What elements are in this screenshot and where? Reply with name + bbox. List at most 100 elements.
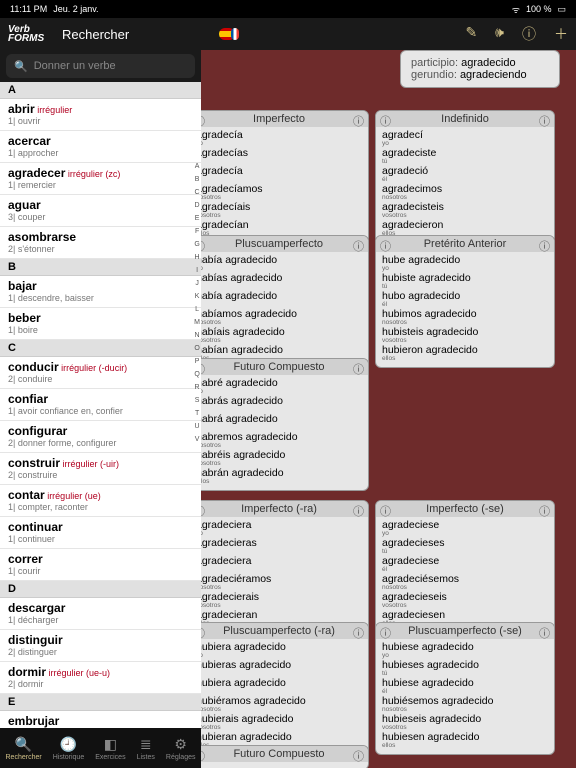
info-icon[interactable]: ⓘ [201,748,205,764]
info-icon[interactable]: ⓘ [201,113,205,129]
info-icon[interactable]: ⓘ [380,238,391,254]
battery-pct: 100 % [526,4,552,14]
verb-item[interactable]: construir irrégulier (-uir)2| construire [0,453,201,485]
alpha-letter[interactable]: B [194,173,200,186]
audio-icon[interactable]: 🕪 [495,24,504,44]
info-icon[interactable]: ⓘ [201,625,205,641]
alpha-letter[interactable]: F [194,225,200,238]
alpha-letter[interactable]: J [194,277,200,290]
tab-search[interactable]: 🔍Rechercher [6,736,42,761]
tense-card[interactable]: Futuro Compuestoⓘⓘ [201,745,369,768]
verb-item[interactable]: confiar1| avoir confiance en, confier [0,389,201,421]
verb-item[interactable]: descargar1| décharger [0,598,201,630]
alpha-letter[interactable]: G [194,238,200,251]
verb-item[interactable]: contar irrégulier (ue)1| compter, racont… [0,485,201,517]
tab-settings[interactable]: ⚙Réglages [166,736,196,761]
tense-card[interactable]: Pretérito Anteriorⓘⓘhube agradecidoyohub… [375,235,555,368]
alpha-letter[interactable]: L [194,303,200,316]
tense-card[interactable]: Imperfecto (-se)ⓘⓘagradecieseyoagradecie… [375,500,555,633]
alpha-letter[interactable]: E [194,212,200,225]
tense-card[interactable]: Indefinidoⓘⓘagradecíyoagradecistetúagrad… [375,110,555,243]
alpha-letter[interactable]: Q [194,368,200,381]
alpha-letter[interactable]: K [194,290,200,303]
info-icon[interactable]: ⓘ [380,503,391,519]
verb-item[interactable]: asombrarse2| s'étonner [0,227,201,259]
tense-card[interactable]: Pluscuamperfecto (-ra)ⓘⓘhubiera agradeci… [201,622,369,755]
alpha-letter[interactable]: H [194,251,200,264]
verb-item[interactable]: beber1| boire [0,308,201,340]
conjugation-form: hubieras agradecido [201,660,362,671]
info-icon[interactable]: ⓘ [539,113,550,129]
tab-history[interactable]: 🕘Historique [53,736,85,761]
conjugation-form: agradecía [201,166,362,177]
alpha-letter[interactable]: C [194,186,200,199]
tense-title: Imperfectoⓘⓘ [201,111,368,127]
tense-title: Pluscuamperfecto (-se)ⓘⓘ [376,623,554,639]
info-icon[interactable]: ⓘ [353,503,364,519]
tab-lists[interactable]: ≣Listes [137,736,155,761]
info-icon[interactable]: ⓘ [201,361,205,377]
add-icon[interactable]: ＋ [554,24,568,44]
info-icon[interactable]: ⓘ [353,361,364,377]
tense-card[interactable]: Pluscuamperfectoⓘⓘhabía agradecidoyohabí… [201,235,369,368]
participio-value: agradecido [461,57,515,69]
info-icon[interactable]: ⓘ [353,625,364,641]
alpha-letter[interactable]: V [194,433,200,446]
verb-item[interactable]: acercar1| approcher [0,131,201,163]
tense-card[interactable]: Futuro Compuestoⓘⓘhabré agradecidoyohabr… [201,358,369,491]
verb-definition: 1| boire [8,325,193,335]
info-icon[interactable]: ⓘ [353,113,364,129]
verb-item[interactable]: abrir irrégulier1| ouvrir [0,99,201,131]
tense-card[interactable]: Imperfectoⓘⓘagradecíayoagradecíastúagrad… [201,110,369,243]
tab-exercises[interactable]: ◧Exercices [95,736,125,761]
compose-icon[interactable]: ✎ [465,24,477,44]
alpha-letter[interactable]: A [194,160,200,173]
tense-card[interactable]: Pluscuamperfecto (-se)ⓘⓘhubiese agradeci… [375,622,555,755]
verb-item[interactable]: correr1| courir [0,549,201,581]
info-icon[interactable]: ⓘ [539,625,550,641]
language-flag-icon[interactable] [219,28,235,40]
conjugation-form: agradecí [382,130,548,141]
conjugation-form: agradecieses [382,538,548,549]
tense-card[interactable]: Imperfecto (-ra)ⓘⓘagradecierayoagradecie… [201,500,369,633]
alpha-letter[interactable]: T [194,407,200,420]
verb-list[interactable]: Aabrir irrégulier1| ouvriracercar1| appr… [0,82,201,746]
info-icon[interactable]: ⓘ [539,503,550,519]
conjugation-form: habíamos agradecido [201,309,362,320]
conjugation-form: hubieran agradecido [201,732,362,743]
verb-item[interactable]: agradecer irrégulier (zc)1| remercier [0,163,201,195]
info-icon[interactable]: ⓘ [380,113,391,129]
verb-item[interactable]: bajar1| descendre, baisser [0,276,201,308]
alpha-letter[interactable]: P [194,355,200,368]
verb-item[interactable]: continuar1| continuer [0,517,201,549]
conjugation-content[interactable]: participio: agradecido gerundio: agradec… [201,50,576,768]
tense-title: Imperfecto (-ra)ⓘⓘ [201,501,368,517]
info-icon[interactable]: ⓘ [539,238,550,254]
info-icon[interactable]: ⓘ [380,625,391,641]
verb-item[interactable]: aguar3| couper [0,195,201,227]
conjugation-form: agradecieran [201,610,362,621]
verb-item[interactable]: configurar2| donner forme, configurer [0,421,201,453]
info-icon[interactable]: ⓘ [353,748,364,764]
alpha-letter[interactable]: I [194,264,200,277]
verb-item[interactable]: distinguir2| distinguer [0,630,201,662]
info-icon[interactable]: ⓘ [201,503,205,519]
conjugation-form: agradecieron [382,220,548,231]
alpha-letter[interactable]: S [194,394,200,407]
verb-item[interactable]: dormir irrégulier (ue-u)2| dormir [0,662,201,694]
search-input[interactable]: 🔍 Donner un verbe [6,54,195,78]
alpha-letter[interactable]: M [194,316,200,329]
verb-item[interactable]: conducir irrégulier (-ducir)2| conduire [0,357,201,389]
tab-label: Rechercher [6,754,42,761]
info-icon[interactable]: ⓘ [522,24,536,44]
alpha-letter[interactable]: O [194,342,200,355]
alpha-letter[interactable]: R [194,381,200,394]
pronoun-label: ellos [382,743,548,749]
alpha-letter[interactable]: N [194,329,200,342]
verb-irregular-tag: irrégulier (-ducir) [59,363,128,373]
alpha-index[interactable]: ABCDEFGHIJKLMNOPQRSTUV [194,160,200,446]
info-icon[interactable]: ⓘ [201,238,205,254]
alpha-letter[interactable]: D [194,199,200,212]
info-icon[interactable]: ⓘ [353,238,364,254]
alpha-letter[interactable]: U [194,420,200,433]
